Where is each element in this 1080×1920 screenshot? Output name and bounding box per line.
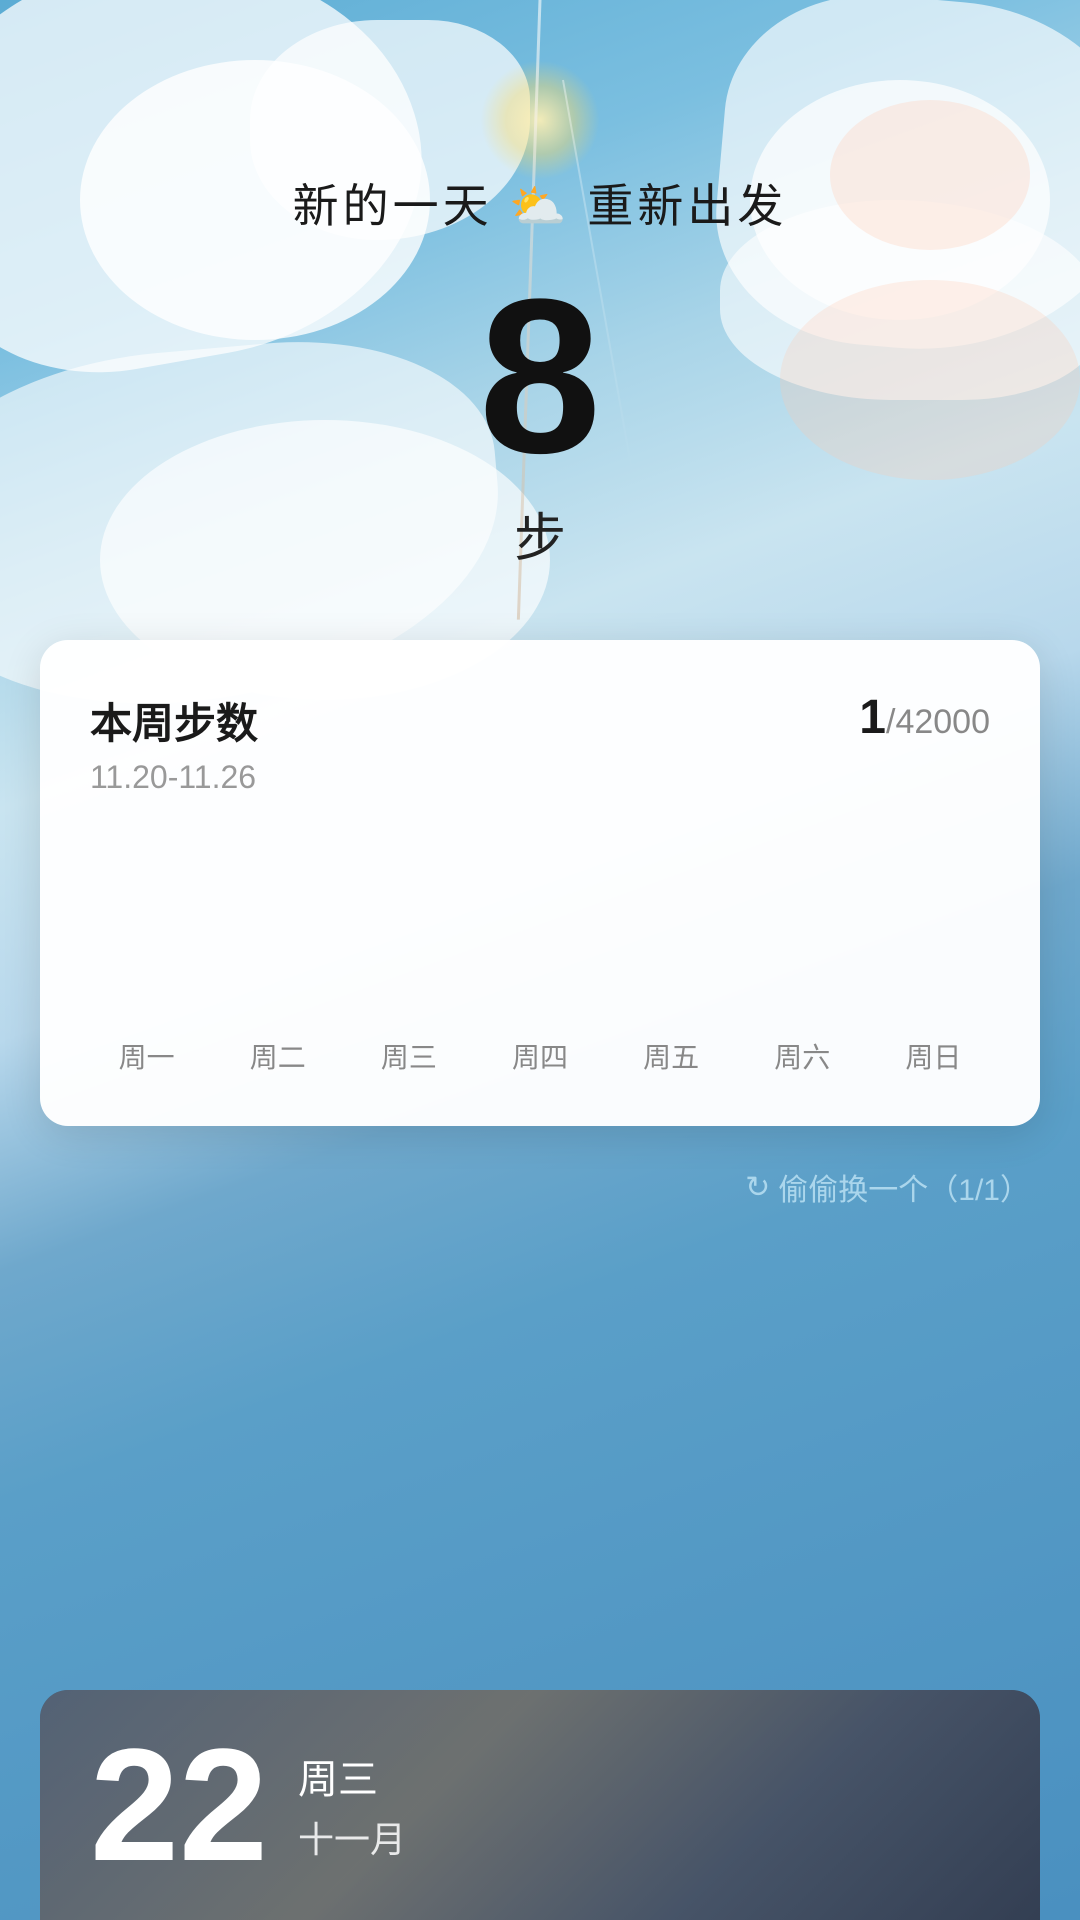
bar-col-sun: 周日 xyxy=(877,1020,990,1076)
calendar-info: 周三 十一月 xyxy=(298,1747,406,1863)
total-steps: /42000 xyxy=(886,703,990,741)
bar-label-thu: 周四 xyxy=(512,1036,568,1076)
bar-label-fri: 周五 xyxy=(643,1036,699,1076)
bar-col-wed: 周三 xyxy=(352,1020,465,1076)
calendar-month: 十一月 xyxy=(298,1811,406,1863)
step-unit: 步 xyxy=(514,496,566,571)
calendar-weekday: 周三 xyxy=(298,1747,406,1805)
bar-label-sat: 周六 xyxy=(774,1036,830,1076)
bar-col-fri: 周五 xyxy=(615,1020,728,1076)
top-content: 新的一天 ⛅ 重新出发 8 步 xyxy=(0,0,1080,680)
bar-chart: 周一 周二 周三 周四 周五 周六 周日 xyxy=(90,836,990,1076)
card-total: 1/42000 xyxy=(859,690,990,745)
bar-col-thu: 周四 xyxy=(483,1020,596,1076)
refresh-label: 偷偷换一个（1/1） xyxy=(778,1165,1030,1209)
bar-label-wed: 周三 xyxy=(381,1036,437,1076)
bar-label-sun: 周日 xyxy=(905,1036,961,1076)
weekly-steps-card: 本周步数 1/42000 11.20-11.26 周一 周二 周三 周四 周五 … xyxy=(40,640,1040,1126)
bar-col-tue: 周二 xyxy=(221,1020,334,1076)
calendar-widget: 22 周三 十一月 xyxy=(40,1690,1040,1920)
bar-col-mon: 周一 xyxy=(90,1020,203,1076)
step-count: 8 xyxy=(479,266,601,486)
card-date: 11.20-11.26 xyxy=(90,759,990,796)
refresh-icon: ↻ xyxy=(745,1170,770,1205)
bar-label-mon: 周一 xyxy=(119,1036,175,1076)
bar-label-tue: 周二 xyxy=(250,1036,306,1076)
calendar-day: 22 xyxy=(90,1725,268,1885)
refresh-hint[interactable]: ↻ 偷偷换一个（1/1） xyxy=(745,1165,1030,1209)
card-header: 本周步数 1/42000 xyxy=(90,690,990,751)
current-steps: 1 xyxy=(859,691,886,744)
bar-col-sat: 周六 xyxy=(746,1020,859,1076)
card-title: 本周步数 xyxy=(90,690,258,751)
tagline: 新的一天 ⛅ 重新出发 xyxy=(293,170,788,236)
